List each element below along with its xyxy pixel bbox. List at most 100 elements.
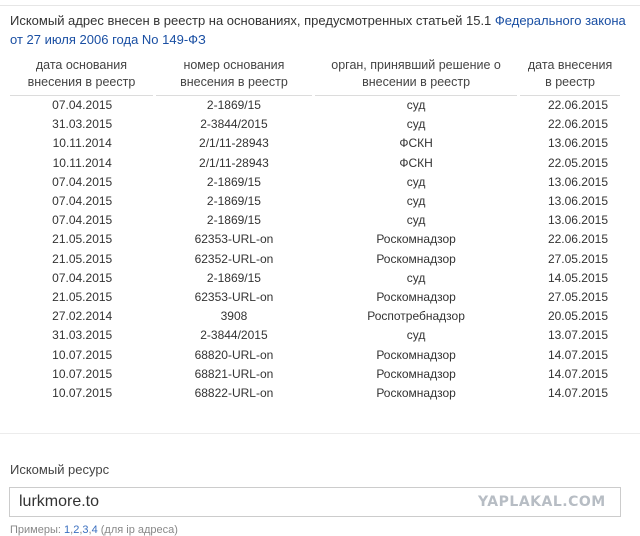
authority-cell: Роскомнадзор: [376, 232, 456, 247]
entry-date-cell: 22.06.2015: [547, 232, 608, 247]
entry-date-cell: 13.06.2015: [547, 194, 608, 209]
base-number-cell: 62353-URL-on: [194, 289, 274, 304]
entry-date-cell: 13.06.2015: [547, 136, 608, 151]
example-link-1[interactable]: 1: [64, 524, 70, 536]
base-number-cell: 2/1/11-28943: [199, 136, 269, 151]
entry-date-cell: 13.07.2015: [547, 328, 608, 343]
table-row: 10.11.2014 2/1/11-28943 ФСКН 22.05.2015: [10, 154, 620, 173]
example-link-2[interactable]: 2: [73, 524, 79, 536]
base-date-cell: 27.02.2014: [52, 309, 113, 324]
table-row: 07.04.2015 2-1869/15 суд 13.06.2015: [10, 192, 620, 211]
header-base-date: дата основания внесения в реестр: [10, 55, 156, 96]
base-number-cell: 62353-URL-on: [194, 232, 274, 247]
base-number-cell: 2-3844/2015: [200, 328, 268, 343]
entry-date-cell: 27.05.2015: [547, 251, 608, 266]
table-body: 07.04.2015 2-1869/15 суд 22.06.2015 31.03.20…: [10, 96, 620, 404]
section-divider: [0, 433, 640, 434]
authority-cell: суд: [406, 213, 426, 228]
authority-cell: Роскомнадзор: [376, 289, 456, 304]
base-number-cell: 68820-URL-on: [194, 347, 274, 362]
authority-cell: суд: [406, 117, 426, 132]
table-row: 21.05.2015 62353-URL-on Роскомнадзор 27.05.…: [10, 288, 620, 307]
base-date-cell: 10.07.2015: [52, 366, 113, 381]
entry-date-cell: 14.07.2015: [547, 366, 608, 381]
header-entry-date: дата внесения в реестр: [518, 55, 620, 96]
authority-cell: суд: [406, 194, 426, 209]
header-base-number: номер основания внесения в реестр: [154, 55, 316, 96]
registry-table: дата основания внесения в реестр номер о…: [10, 55, 620, 403]
entry-date-cell: 14.07.2015: [547, 385, 608, 400]
table-row: 07.04.2015 2-1869/15 суд 22.06.2015: [10, 96, 620, 116]
examples-note: (для ip адреса): [100, 524, 178, 536]
authority-cell: ФСКН: [399, 155, 433, 170]
authority-cell: суд: [406, 98, 426, 113]
base-date-cell: 07.04.2015: [52, 174, 113, 189]
entry-date-cell: 20.05.2015: [547, 309, 608, 324]
base-number-cell: 3908: [220, 309, 248, 324]
base-date-cell: 07.04.2015: [52, 98, 113, 113]
base-date-cell: 21.05.2015: [52, 232, 113, 247]
entry-date-cell: 27.05.2015: [547, 289, 608, 304]
base-number-cell: 68821-URL-on: [194, 366, 274, 381]
top-border: [0, 5, 640, 6]
header-authority: орган, принявший решение о внесении в ре…: [313, 55, 521, 96]
base-date-cell: 10.07.2015: [52, 347, 113, 362]
example-link-4[interactable]: 4: [92, 524, 98, 536]
entry-date-cell: 13.06.2015: [547, 213, 608, 228]
table-row: 21.05.2015 62353-URL-on Роскомнадзор 22.06.…: [10, 230, 620, 249]
authority-cell: суд: [406, 174, 426, 189]
base-date-cell: 10.07.2015: [52, 385, 113, 400]
authority-cell: Роскомнадзор: [376, 251, 456, 266]
authority-cell: суд: [406, 270, 426, 285]
intro-text: Искомый адрес внесен в реестр на основан…: [10, 13, 495, 28]
base-date-cell: 10.11.2014: [52, 136, 112, 151]
table-row: 10.07.2015 68820-URL-on Роскомнадзор 14.07.…: [10, 345, 620, 364]
entry-date-cell: 22.06.2015: [547, 117, 608, 132]
authority-cell: Роспотребнадзор: [367, 309, 465, 324]
registry-intro-text: Искомый адрес внесен в реестр на основан…: [10, 11, 630, 49]
resource-label: Искомый ресурс: [10, 462, 110, 477]
base-number-cell: 62352-URL-on: [194, 251, 274, 266]
table-row: 21.05.2015 62352-URL-on Роскомнадзор 27.05.…: [10, 250, 620, 269]
entry-date-cell: 14.05.2015: [547, 270, 608, 285]
table-row: 10.07.2015 68821-URL-on Роскомнадзор 14.07.…: [10, 365, 620, 384]
authority-cell: ФСКН: [399, 136, 433, 151]
table-row: 07.04.2015 2-1869/15 суд 14.05.2015: [10, 269, 620, 288]
entry-date-cell: 22.06.2015: [547, 98, 608, 113]
entry-date-cell: 22.05.2015: [547, 155, 608, 170]
base-number-cell: 2-1869/15: [206, 270, 261, 285]
base-number-cell: 2-1869/15: [206, 98, 261, 113]
base-date-cell: 21.05.2015: [52, 251, 113, 266]
entry-date-cell: 13.06.2015: [547, 174, 608, 189]
watermark-logo: YAPLAKAL.COM: [478, 494, 606, 510]
base-number-cell: 2-1869/15: [206, 174, 261, 189]
entry-date-cell: 14.07.2015: [547, 347, 608, 362]
base-date-cell: 31.03.2015: [52, 328, 113, 343]
base-date-cell: 07.04.2015: [52, 194, 113, 209]
authority-cell: Роскомнадзор: [376, 366, 456, 381]
base-date-cell: 10.11.2014: [52, 155, 112, 170]
table-row: 07.04.2015 2-1869/15 суд 13.06.2015: [10, 211, 620, 230]
table-header-row: дата основания внесения в реестр номер о…: [10, 55, 620, 96]
base-date-cell: 07.04.2015: [52, 213, 113, 228]
table-row: 10.11.2014 2/1/11-28943 ФСКН 13.06.2015: [10, 134, 620, 153]
table-row: 31.03.2015 2-3844/2015 суд 13.07.2015: [10, 326, 620, 345]
table-row: 10.07.2015 68822-URL-on Роскомнадзор 14.07.…: [10, 384, 620, 403]
base-number-cell: 2/1/11-28943: [199, 155, 269, 170]
examples-line: Примеры: 1,2,3,4 (для ip адреса): [10, 524, 178, 536]
table-row: 07.04.2015 2-1869/15 суд 13.06.2015: [10, 173, 620, 192]
examples-label: Примеры:: [10, 524, 61, 536]
base-number-cell: 2-3844/2015: [200, 117, 268, 132]
table-row: 31.03.2015 2-3844/2015 суд 22.06.2015: [10, 115, 620, 134]
base-date-cell: 31.03.2015: [52, 117, 113, 132]
base-date-cell: 21.05.2015: [52, 289, 113, 304]
authority-cell: суд: [406, 328, 426, 343]
base-number-cell: 68822-URL-on: [194, 385, 274, 400]
authority-cell: Роскомнадзор: [376, 347, 456, 362]
example-link-3[interactable]: 3: [82, 524, 88, 536]
base-number-cell: 2-1869/15: [206, 194, 261, 209]
base-date-cell: 07.04.2015: [52, 270, 113, 285]
base-number-cell: 2-1869/15: [206, 213, 261, 228]
table-row: 27.02.2014 3908 Роспотребнадзор 20.05.2015: [10, 307, 620, 326]
authority-cell: Роскомнадзор: [376, 385, 456, 400]
